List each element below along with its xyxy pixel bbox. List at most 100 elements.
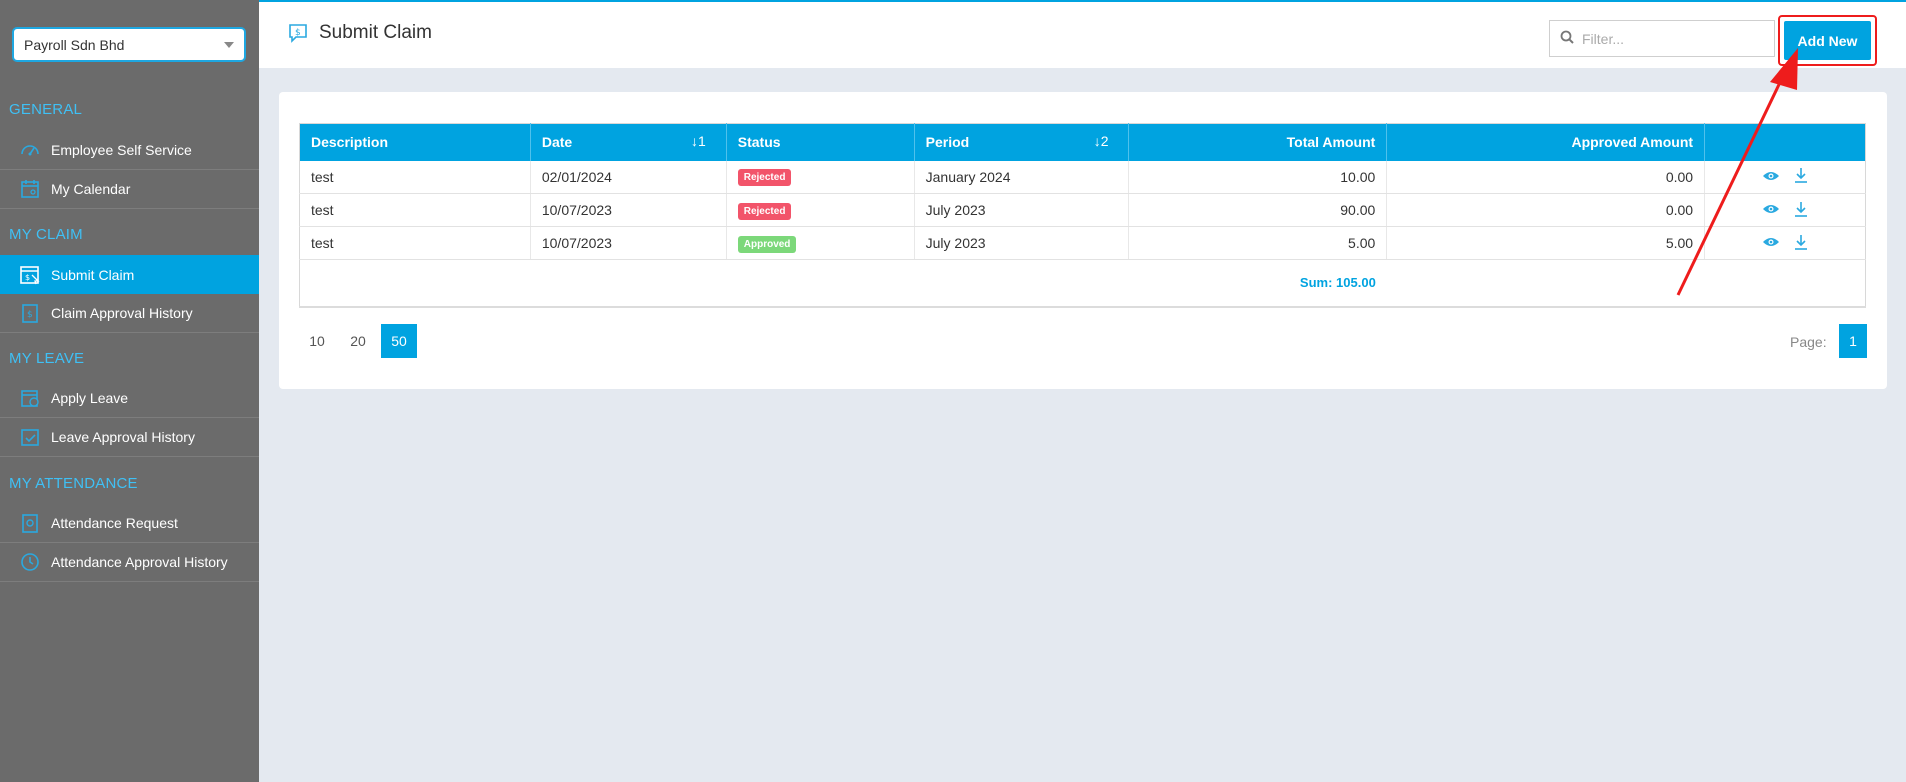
cell-date: 10/07/2023 [530,226,727,260]
cell-date: 02/01/2024 [530,160,727,194]
view-eye-icon[interactable] [1762,202,1780,218]
sidebar-item-label: Submit Claim [51,266,135,283]
cell-status: Rejected [726,160,915,194]
dollar-chat-icon: $ [287,22,309,44]
claim-submit-icon: $ [19,264,41,286]
sidebar: Payroll Sdn Bhd GENERAL Employee Self Se… [0,0,259,782]
cell-date: 10/07/2023 [530,193,727,227]
column-header-description[interactable]: Description [299,123,531,161]
claims-table: Description Date ↓1 Status Period ↓2 Total… [299,123,1866,308]
cell-total-amount: 5.00 [1128,226,1388,260]
svg-text:$: $ [295,28,301,38]
filter-input[interactable] [1582,30,1762,47]
page-title: $ Submit Claim [287,22,432,44]
page-title-text: Submit Claim [319,22,432,43]
section-title-my-claim: MY CLAIM [9,226,83,243]
sidebar-item-label: Apply Leave [51,390,129,406]
add-new-highlight: Add New [1778,15,1877,66]
chevron-down-icon [224,41,234,48]
sum-spacer [1386,259,1866,308]
cell-description: test [299,160,531,194]
section-title-general: GENERAL [9,101,83,118]
column-header-status[interactable]: Status [726,123,915,161]
cell-total-amount: 10.00 [1128,160,1388,194]
sidebar-item-submit-claim[interactable]: $ Submit Claim [0,255,259,294]
table-row[interactable]: test 10/07/2023 Approved July 2023 5.00 … [299,226,1866,260]
column-header-approved-amount[interactable]: Approved Amount [1386,123,1706,161]
cell-total-amount: 90.00 [1128,193,1388,227]
sidebar-item-attendance-approval-history[interactable]: Attendance Approval History [0,543,259,582]
sidebar-item-label: Claim Approval History [51,305,193,321]
sidebar-item-label: My Calendar [51,181,131,197]
cell-description: test [299,226,531,260]
sidebar-item-label: Attendance Approval History [51,554,228,570]
sidebar-item-attendance-request[interactable]: Attendance Request [0,504,259,543]
cell-approved-amount: 0.00 [1386,193,1706,227]
view-eye-icon[interactable] [1762,235,1780,251]
download-icon[interactable] [1794,201,1808,220]
dashboard-gauge-icon [19,139,41,161]
column-header-period[interactable]: Period ↓2 [914,123,1130,161]
sum-row: Sum: 105.00 [299,259,1866,308]
clock-history-icon [19,551,41,573]
add-new-button[interactable]: Add New [1784,21,1871,60]
sum-total: Sum: 105.00 [1128,259,1387,308]
sidebar-item-label: Employee Self Service [51,142,192,158]
cell-description: test [299,193,531,227]
cell-status: Rejected [726,193,915,227]
company-select-value: Payroll Sdn Bhd [24,36,125,53]
cell-actions [1704,160,1866,194]
calendar-icon [19,178,41,200]
status-badge: Approved [737,235,797,253]
section-title-my-attendance: MY ATTENDANCE [9,475,138,492]
download-icon[interactable] [1794,234,1808,253]
claims-card: Description Date ↓1 Status Period ↓2 Total… [279,92,1887,389]
cell-period: July 2023 [914,226,1130,260]
status-badge: Rejected [737,202,792,220]
view-eye-icon[interactable] [1762,169,1780,185]
page-size-50[interactable]: 50 [381,324,417,358]
sidebar-item-leave-approval-history[interactable]: Leave Approval History [0,418,259,457]
svg-text:$: $ [25,273,30,282]
cell-period: January 2024 [914,160,1130,194]
sidebar-item-label: Leave Approval History [51,429,195,445]
sort-descending-icon: ↓2 [1093,133,1109,149]
search-icon [1560,30,1574,47]
column-header-period-label: Period [925,134,970,151]
status-badge: Rejected [737,169,792,187]
sum-spacer [299,259,1129,308]
column-header-actions [1704,123,1866,161]
attendance-request-icon [19,512,41,534]
cell-actions [1704,226,1866,260]
cell-actions [1704,193,1866,227]
page-header: $ Submit Claim Add New [259,0,1906,68]
company-select[interactable]: Payroll Sdn Bhd [12,27,246,62]
cell-approved-amount: 5.00 [1386,226,1706,260]
page-size-20[interactable]: 20 [340,324,376,358]
page-button-current[interactable]: 1 [1839,324,1867,358]
cell-period: July 2023 [914,193,1130,227]
table-row[interactable]: test 02/01/2024 Rejected January 2024 10… [299,160,1866,194]
section-title-my-leave: MY LEAVE [9,350,85,367]
sidebar-item-my-calendar[interactable]: My Calendar [0,170,259,209]
sort-descending-icon: ↓1 [690,133,706,149]
download-icon[interactable] [1794,167,1808,186]
calendar-clock-icon [19,387,41,409]
calendar-check-icon [19,426,41,448]
cell-status: Approved [726,226,915,260]
column-header-date-label: Date [541,134,573,151]
table-header-row: Description Date ↓1 Status Period ↓2 Total… [299,123,1866,161]
cell-approved-amount: 0.00 [1386,160,1706,194]
sidebar-item-label: Attendance Request [51,515,178,531]
page-size-selector: 10 20 50 [299,324,422,358]
filter-field[interactable] [1549,20,1775,57]
sidebar-item-apply-leave[interactable]: Apply Leave [0,379,259,418]
column-header-total-amount[interactable]: Total Amount [1128,123,1388,161]
sidebar-item-claim-approval-history[interactable]: $ Claim Approval History [0,294,259,333]
column-header-date[interactable]: Date ↓1 [530,123,727,161]
svg-text:$: $ [27,310,33,320]
page-size-10[interactable]: 10 [299,324,335,358]
claim-history-icon: $ [19,302,41,324]
table-row[interactable]: test 10/07/2023 Rejected July 2023 90.00… [299,193,1866,227]
sidebar-item-employee-self-service[interactable]: Employee Self Service [0,131,259,170]
